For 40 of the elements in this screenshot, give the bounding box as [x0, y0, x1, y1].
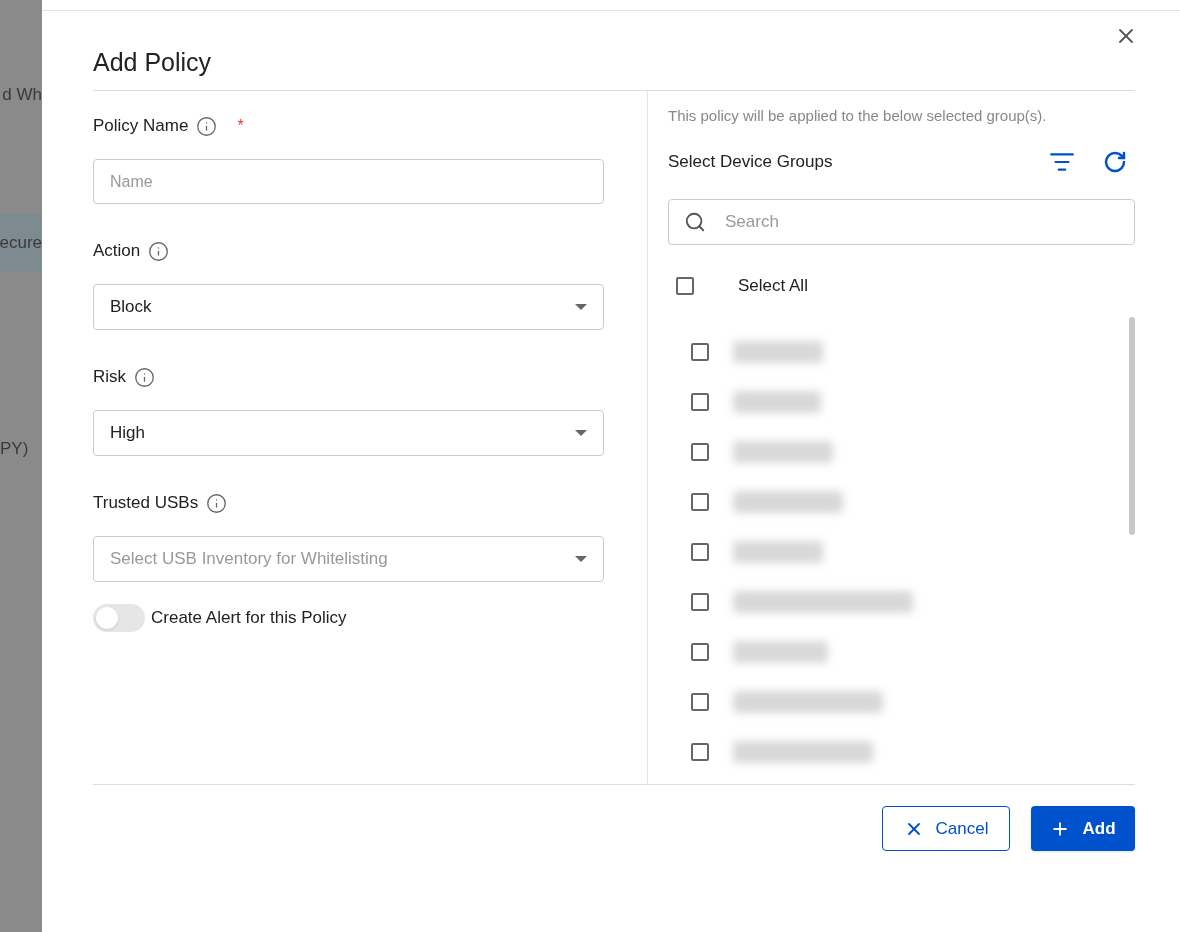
field-label: Trusted USBs: [93, 492, 199, 515]
background-text: d Wh: [2, 84, 42, 106]
select-all-label: Select All: [738, 275, 808, 297]
background-text: PY): [0, 438, 29, 460]
scrollbar[interactable]: [1129, 316, 1135, 535]
checkbox[interactable]: [691, 542, 709, 561]
toggle-switch[interactable]: [93, 604, 145, 632]
checkbox[interactable]: [691, 342, 709, 361]
checkbox[interactable]: [676, 276, 694, 295]
checkbox[interactable]: [691, 642, 709, 661]
required-mark: *: [237, 116, 244, 136]
field-label: Risk: [93, 366, 127, 389]
select-field[interactable]: Block: [93, 284, 604, 330]
dropdown-caret-icon: [575, 556, 587, 562]
info-icon[interactable]: [134, 366, 156, 388]
field-label: Policy Name: [93, 115, 189, 138]
groups-note: This policy will be applied to the below selected group(s).: [668, 108, 1048, 123]
search-icon: [684, 211, 706, 233]
dropdown-caret-icon: [575, 430, 587, 436]
dropdown-caret-icon: [575, 304, 587, 310]
input-field[interactable]: Name: [93, 159, 604, 204]
select-field[interactable]: High: [93, 410, 604, 456]
dialog-title: Add Policy: [93, 50, 212, 75]
search-field[interactable]: Search: [668, 199, 1135, 245]
checkbox[interactable]: [691, 392, 709, 411]
info-icon[interactable]: [196, 115, 218, 137]
cancel-button[interactable]: Cancel: [882, 806, 1010, 851]
checkbox[interactable]: [691, 442, 709, 461]
checkbox[interactable]: [691, 592, 709, 611]
refresh-icon[interactable]: [1103, 150, 1127, 174]
background-text: ecure: [0, 232, 42, 255]
checkbox[interactable]: [691, 492, 709, 511]
groups-title: Select Device Groups: [668, 151, 833, 174]
info-icon[interactable]: [206, 492, 228, 514]
checkbox[interactable]: [691, 742, 709, 761]
add-button[interactable]: Add: [1031, 806, 1135, 851]
toggle-label: Create Alert for this Policy: [151, 607, 347, 630]
info-icon[interactable]: [148, 240, 170, 262]
field-label: Action: [93, 240, 141, 263]
checkbox[interactable]: [691, 692, 709, 711]
